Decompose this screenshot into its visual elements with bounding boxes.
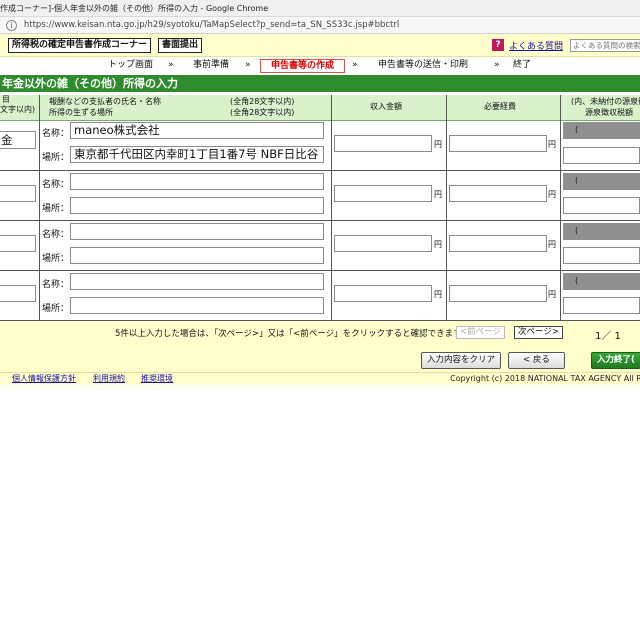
question-icon[interactable]: ? xyxy=(492,39,504,51)
step-separator: » xyxy=(352,60,358,70)
name-label: 名称： xyxy=(42,280,70,290)
column-header-withholding: (内、未納付の源泉徴 源泉徴収税額 xyxy=(561,95,640,121)
place-input[interactable]: 東京都千代田区内幸町1丁目1番7号 NBF日比谷 xyxy=(70,146,324,163)
unpaid-withholding-input: ( xyxy=(563,173,640,190)
withholding-tax-input[interactable] xyxy=(563,147,640,164)
column-divider xyxy=(446,95,447,321)
privacy-policy-link[interactable]: 個人情報保護方針 xyxy=(12,373,76,385)
payer-name-input[interactable] xyxy=(70,273,324,290)
name-label: 名称： xyxy=(42,230,70,240)
step-create-current: 申告書等の作成 xyxy=(260,59,346,73)
column-header-expense: 必要経費 xyxy=(447,95,561,121)
column-header-payer: 報酬などの支払者の氏名・名称 (全角28文字以内) 所得の生ずる場所 (全角28… xyxy=(40,95,332,121)
yen-unit: 円 xyxy=(548,190,556,199)
withholding-tax-input[interactable] xyxy=(563,247,640,264)
section-title: 年金以外の雑（その他）所得の入力 xyxy=(0,75,640,92)
unpaid-withholding-input: ( xyxy=(563,273,640,290)
item-input[interactable] xyxy=(0,235,36,252)
site-header: 所得税の確定申告書作成コーナー 書面提出 ? よくある質問 xyxy=(0,34,640,57)
column-divider xyxy=(331,95,332,321)
expense-amount-input[interactable] xyxy=(449,185,547,202)
address-bar[interactable]: i https://www.keisan.nta.go.jp/h29/syoto… xyxy=(0,17,640,34)
yen-unit: 円 xyxy=(434,240,442,249)
bottom-links-bar: 個人情報保護方針 利用規約 推奨環境 Copyright (c) 2018 NA… xyxy=(0,372,640,385)
column-divider xyxy=(560,95,561,321)
clear-input-button[interactable]: 入力内容をクリア xyxy=(421,352,502,369)
step-separator: » xyxy=(494,60,500,70)
faq-link[interactable]: よくある質問 xyxy=(509,39,563,52)
expense-amount-input[interactable] xyxy=(449,235,547,252)
step-preparation: 事前準備 xyxy=(193,60,230,70)
place-input[interactable] xyxy=(70,197,324,214)
window-title: 作成コーナー]-個人年金以外の雑（その他）所得の入力 - Google Chro… xyxy=(0,4,269,13)
yen-unit: 円 xyxy=(548,140,556,149)
expense-amount-input[interactable] xyxy=(449,135,547,152)
payer-name-input[interactable] xyxy=(70,173,324,190)
url-text[interactable]: https://www.keisan.nta.go.jp/h29/syotoku… xyxy=(24,20,399,30)
income-amount-input[interactable] xyxy=(334,185,432,202)
payer-name-input[interactable] xyxy=(70,223,324,240)
step-send-print: 申告書等の送信・印刷 xyxy=(378,60,469,70)
name-label: 名称： xyxy=(42,129,70,139)
back-button[interactable]: < 戻る xyxy=(508,352,565,369)
column-header-income: 収入金額 xyxy=(332,95,447,121)
place-label: 場所： xyxy=(42,204,70,214)
yen-unit: 円 xyxy=(434,290,442,299)
payer-name-input[interactable]: maneo株式会社 xyxy=(70,122,324,139)
withholding-tax-input[interactable] xyxy=(563,197,640,214)
income-amount-input[interactable] xyxy=(334,285,432,302)
name-label: 名称： xyxy=(42,180,70,190)
place-label: 場所： xyxy=(42,304,70,314)
pagination-note: 5件以上入力した場合は、「次ページ>」又は「<前ページ」をクリックすると確認でき… xyxy=(115,329,470,339)
income-amount-input[interactable] xyxy=(334,135,432,152)
finish-input-button[interactable]: 入力終了( xyxy=(591,352,640,369)
yen-unit: 円 xyxy=(434,190,442,199)
place-input[interactable] xyxy=(70,297,324,314)
copyright-text: Copyright (c) 2018 NATIONAL TAX AGENCY A… xyxy=(450,374,640,383)
income-amount-input[interactable] xyxy=(334,235,432,252)
item-input[interactable] xyxy=(0,285,36,302)
item-input[interactable] xyxy=(0,185,36,202)
yen-unit: 円 xyxy=(548,240,556,249)
yen-unit: 円 xyxy=(548,290,556,299)
column-header-item: 目 文字以内) xyxy=(0,95,40,121)
tax-return-corner-button[interactable]: 所得税の確定申告書作成コーナー xyxy=(8,38,152,53)
step-top: トップ画面 xyxy=(108,60,154,70)
yen-unit: 円 xyxy=(434,140,442,149)
next-page-button[interactable]: 次ページ> xyxy=(514,326,563,339)
terms-link[interactable]: 利用規約 xyxy=(93,373,125,385)
faq-search-input[interactable] xyxy=(570,39,640,52)
prev-page-button[interactable]: <前ページ xyxy=(456,326,505,339)
withholding-tax-input[interactable] xyxy=(563,297,640,314)
recommended-env-link[interactable]: 推奨環境 xyxy=(141,373,173,385)
expense-amount-input[interactable] xyxy=(449,285,547,302)
info-icon[interactable]: i xyxy=(6,20,17,31)
step-separator: » xyxy=(168,60,174,70)
step-separator: » xyxy=(245,60,251,70)
item-input[interactable]: 金 xyxy=(0,131,36,149)
page-indicator: 1／ 1 xyxy=(595,331,621,342)
unpaid-withholding-input: ( xyxy=(563,223,640,240)
paper-submission-button[interactable]: 書面提出 xyxy=(158,38,203,53)
place-label: 場所： xyxy=(42,153,70,163)
place-label: 場所： xyxy=(42,254,70,264)
step-finish: 終了 xyxy=(513,60,532,70)
window-title-bar: 作成コーナー]-個人年金以外の雑（その他）所得の入力 - Google Chro… xyxy=(0,0,640,17)
place-input[interactable] xyxy=(70,247,324,264)
unpaid-withholding-input: ( xyxy=(563,122,640,139)
column-divider xyxy=(39,95,40,321)
progress-steps: トップ画面 » 事前準備 » 申告書等の作成 » 申告書等の送信・印刷 » 終了 xyxy=(0,58,640,73)
